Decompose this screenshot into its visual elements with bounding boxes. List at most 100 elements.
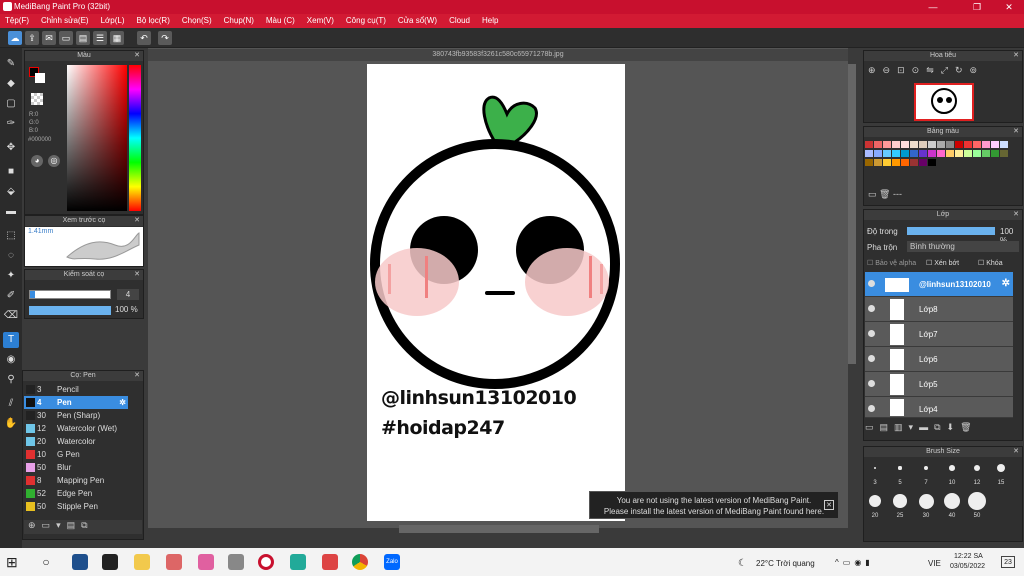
medibang-icon[interactable] [258, 554, 274, 570]
close-icon[interactable]: ✕ [134, 51, 140, 61]
list-icon[interactable]: ☰ [93, 31, 107, 45]
clock-date[interactable]: 03/05/2022 [950, 563, 985, 570]
maximize-icon[interactable]: ❐ [964, 1, 990, 13]
close-icon[interactable]: ✕ [1013, 127, 1019, 137]
new-layer-icon[interactable]: ▭ [865, 422, 880, 432]
palette-swatch[interactable] [883, 150, 891, 157]
visibility-icon[interactable] [868, 280, 875, 287]
visibility-icon[interactable] [868, 405, 875, 412]
share-icon[interactable]: ⇪ [25, 31, 39, 45]
close-icon[interactable]: ✕ [824, 500, 834, 510]
chrome-icon[interactable] [352, 554, 368, 570]
app-icon[interactable] [322, 554, 338, 570]
lock-checkbox[interactable]: ☐ [978, 260, 984, 267]
menu-view[interactable]: Xem(V) [307, 14, 334, 28]
palette-swatch[interactable] [928, 141, 936, 148]
visibility-icon[interactable] [868, 330, 875, 337]
menu-select[interactable]: Chọn(S) [182, 14, 212, 28]
canvas-page[interactable]: @linhsun13102010 #hoidap247 [367, 64, 625, 521]
file-explorer-icon[interactable] [134, 554, 150, 570]
new-8bit-layer-icon[interactable]: ▥ [894, 422, 909, 432]
brush-size-dot[interactable] [918, 493, 934, 509]
menu-help[interactable]: Help [482, 14, 498, 28]
pen-tool-icon[interactable]: ✑ [3, 116, 19, 132]
layer-row[interactable]: Lớp7 [865, 322, 1013, 347]
brush-item-pen[interactable]: 4 Pen ✲ [24, 396, 128, 409]
brush-size-slider[interactable] [29, 290, 111, 299]
palette-swatch[interactable] [982, 141, 990, 148]
brush-size-dot[interactable] [997, 464, 1005, 472]
message-icon[interactable]: ▭ [59, 31, 73, 45]
menu-color[interactable]: Màu (C) [266, 14, 295, 28]
brush-size-dot[interactable] [874, 467, 876, 469]
palette-swatch[interactable] [937, 150, 945, 157]
search-icon[interactable]: ○ [38, 554, 54, 570]
reset-icon[interactable]: ⊚ [969, 65, 984, 75]
palette-swatch[interactable] [964, 141, 972, 148]
minimize-icon[interactable]: — [920, 1, 946, 13]
palette-swatch[interactable] [946, 150, 954, 157]
horizontal-scrollbar[interactable] [399, 525, 599, 533]
brush-item-edge-pen[interactable]: 52 Edge Pen [24, 487, 128, 500]
merge-icon[interactable]: ⬇ [947, 422, 961, 432]
hand-tool-icon[interactable]: ✋ [3, 416, 19, 432]
fullscreen-icon[interactable]: ⤢ [941, 65, 955, 75]
layer-row[interactable]: Lớp4 [865, 397, 1013, 418]
folder-icon[interactable]: ▬ [919, 422, 934, 432]
layer-menu-icon[interactable]: ▾ [909, 422, 920, 432]
zoom-in-icon[interactable]: ⊕ [868, 65, 883, 75]
brush-item-stipple-pen[interactable]: 50 Stipple Pen [24, 500, 128, 513]
delete-palette-icon[interactable]: 🗑 [879, 189, 890, 199]
brush-item-watercolor-wet[interactable]: 12 Watercolor (Wet) [24, 422, 128, 435]
eyedropper-small-icon[interactable]: ◎ [48, 155, 60, 167]
menu-cloud[interactable]: Cloud [449, 14, 470, 28]
palette-swatch[interactable] [874, 150, 882, 157]
layer-row[interactable]: Lớp5 [865, 372, 1013, 397]
close-icon[interactable]: ✕ [1013, 447, 1019, 457]
menu-tools[interactable]: Công cụ(T) [346, 14, 386, 28]
background-color-swatch[interactable] [35, 73, 45, 83]
layer-row[interactable]: Lớp8 [865, 297, 1013, 322]
palette-swatch[interactable] [946, 141, 954, 148]
clip-checkbox[interactable]: ☐ [926, 260, 932, 267]
duplicate-icon[interactable]: ⧉ [81, 520, 93, 530]
brush-opacity-slider[interactable] [29, 306, 111, 315]
close-icon[interactable]: ✕ [134, 270, 140, 280]
document-icon[interactable]: ▤ [67, 520, 82, 530]
flip-icon[interactable]: ⇋ [926, 65, 941, 75]
dot-tool-icon[interactable]: ▢ [3, 96, 19, 112]
capcut-icon[interactable] [102, 554, 118, 570]
visibility-icon[interactable] [868, 380, 875, 387]
palette-swatch[interactable] [919, 141, 927, 148]
brush-item-pencil[interactable]: 3 Pencil [24, 383, 128, 396]
menu-snap[interactable]: Chụp(N) [224, 14, 254, 28]
language-indicator[interactable]: VIE [928, 559, 941, 568]
brush-size-dot[interactable] [893, 494, 907, 508]
brush-item-pen-sharp[interactable]: 30 Pen (Sharp) [24, 409, 128, 422]
palette-swatch[interactable] [973, 150, 981, 157]
palette-swatch[interactable] [910, 150, 918, 157]
new-halftone-layer-icon[interactable]: ▤ [880, 422, 895, 432]
palette-swatch[interactable] [883, 141, 891, 148]
palette-swatch[interactable] [955, 141, 963, 148]
update-notification[interactable]: You are not using the latest version of … [589, 491, 839, 519]
palette-swatch[interactable] [901, 150, 909, 157]
protect-alpha-checkbox[interactable]: ☐ [867, 260, 873, 267]
palette-swatch[interactable] [919, 150, 927, 157]
palette-icon[interactable]: ◕ [31, 155, 43, 167]
palette-swatch[interactable] [919, 159, 927, 166]
layer-row-selected[interactable]: @linhsun13102010 ✲ [865, 272, 1013, 297]
palette-swatch[interactable] [928, 159, 936, 166]
color-saturation-field[interactable] [67, 65, 127, 211]
palette-swatch[interactable] [910, 141, 918, 148]
close-icon[interactable]: ✕ [1013, 51, 1019, 61]
menu-file[interactable]: Tệp(F) [5, 14, 29, 28]
layer-row[interactable]: Lớp6 [865, 347, 1013, 372]
layer-opacity-slider[interactable] [907, 227, 995, 235]
grid-icon[interactable]: ▦ [110, 31, 124, 45]
clock-time[interactable]: 12:22 SA [954, 553, 983, 560]
visibility-icon[interactable] [868, 355, 875, 362]
menu-window[interactable]: Cửa sổ(W) [398, 14, 437, 28]
cloud-icon[interactable]: ☁ [8, 31, 22, 45]
close-icon[interactable]: ✕ [134, 216, 140, 226]
